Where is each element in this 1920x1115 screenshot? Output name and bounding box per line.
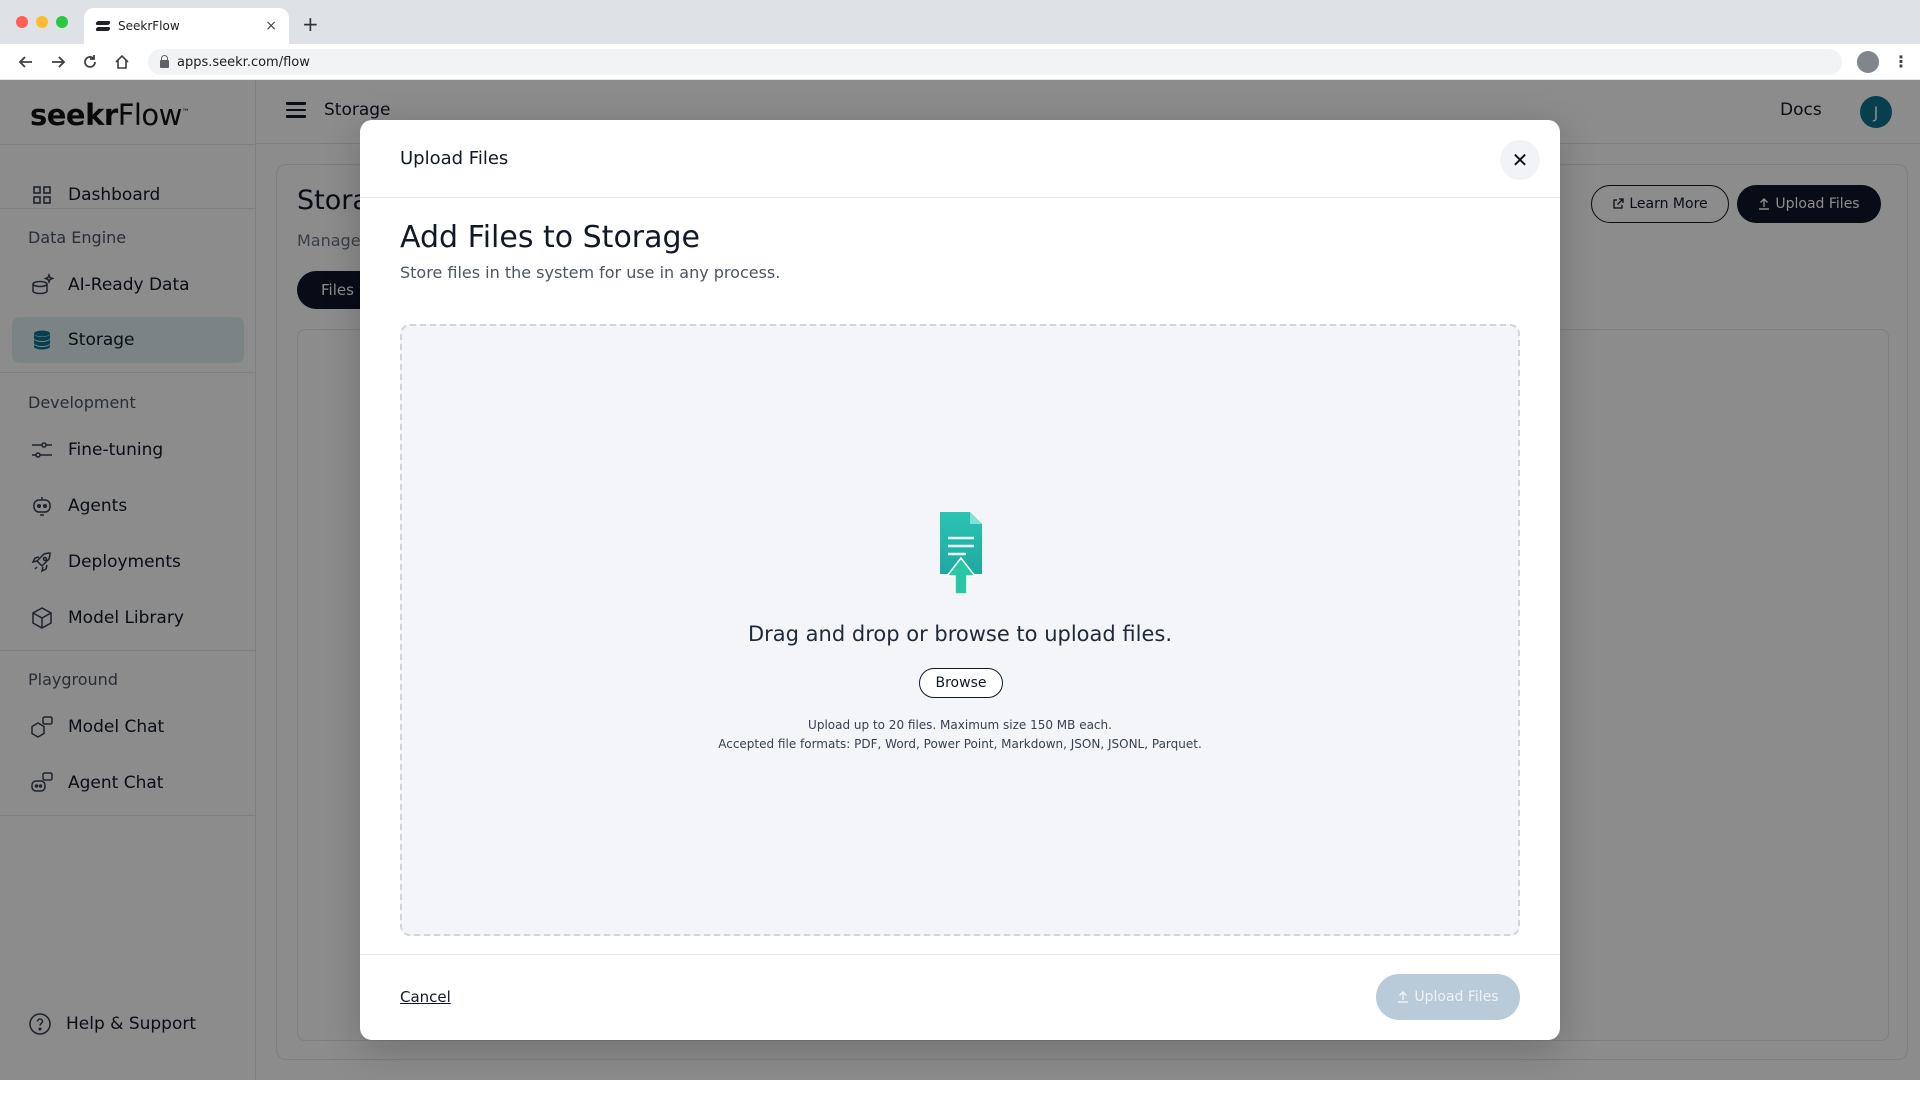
- modal-heading: Add Files to Storage: [400, 220, 701, 255]
- new-tab-button[interactable]: +: [302, 12, 319, 36]
- cancel-button[interactable]: Cancel: [400, 988, 451, 1006]
- modal-header: Upload Files ✕: [360, 120, 1560, 198]
- seekr-favicon-icon: [96, 21, 112, 31]
- modal-description: Store files in the system for use in any…: [400, 263, 781, 282]
- lock-icon: [160, 54, 169, 68]
- file-upload-icon: [938, 512, 984, 596]
- address-bar[interactable]: apps.seekr.com/flow: [148, 49, 1842, 75]
- browser-profile-icon[interactable]: [1857, 51, 1879, 73]
- accepted-formats-note: Accepted file formats: PDF, Word, Power …: [718, 737, 1202, 751]
- browser-toolbar: apps.seekr.com/flow ⋮: [0, 44, 1920, 80]
- browser-tab[interactable]: SeekrFlow ×: [84, 8, 289, 44]
- upload-files-button-label: Upload Files: [1414, 989, 1499, 1005]
- browser-tab-strip: SeekrFlow × +: [0, 0, 1920, 44]
- upload-limit-note: Upload up to 20 files. Maximum size 150 …: [808, 718, 1112, 732]
- browse-button[interactable]: Browse: [919, 668, 1003, 698]
- dropzone-instruction: Drag and drop or browse to upload files.: [748, 622, 1172, 646]
- modal-footer-divider: [360, 954, 1560, 955]
- close-icon[interactable]: ✕: [1500, 140, 1540, 180]
- back-arrow-icon[interactable]: [14, 50, 38, 74]
- upload-arrow-icon: [1398, 991, 1409, 1003]
- browser-menu-icon[interactable]: ⋮: [1893, 52, 1909, 71]
- upload-files-button[interactable]: Upload Files: [1376, 974, 1520, 1020]
- minimize-window-button[interactable]: [36, 16, 48, 28]
- page-bottom-area: [0, 1080, 1920, 1115]
- home-icon[interactable]: [110, 50, 134, 74]
- file-dropzone[interactable]: Drag and drop or browse to upload files.…: [400, 324, 1520, 936]
- forward-arrow-icon[interactable]: [46, 50, 70, 74]
- upload-files-modal: Upload Files ✕ Add Files to Storage Stor…: [360, 120, 1560, 1040]
- address-url: apps.seekr.com/flow: [177, 54, 310, 70]
- reload-icon[interactable]: [78, 50, 102, 74]
- close-window-button[interactable]: [16, 16, 28, 28]
- maximize-window-button[interactable]: [56, 16, 68, 28]
- tab-close-icon[interactable]: ×: [265, 18, 277, 34]
- modal-title: Upload Files: [400, 148, 509, 169]
- browser-tab-title: SeekrFlow: [118, 19, 180, 33]
